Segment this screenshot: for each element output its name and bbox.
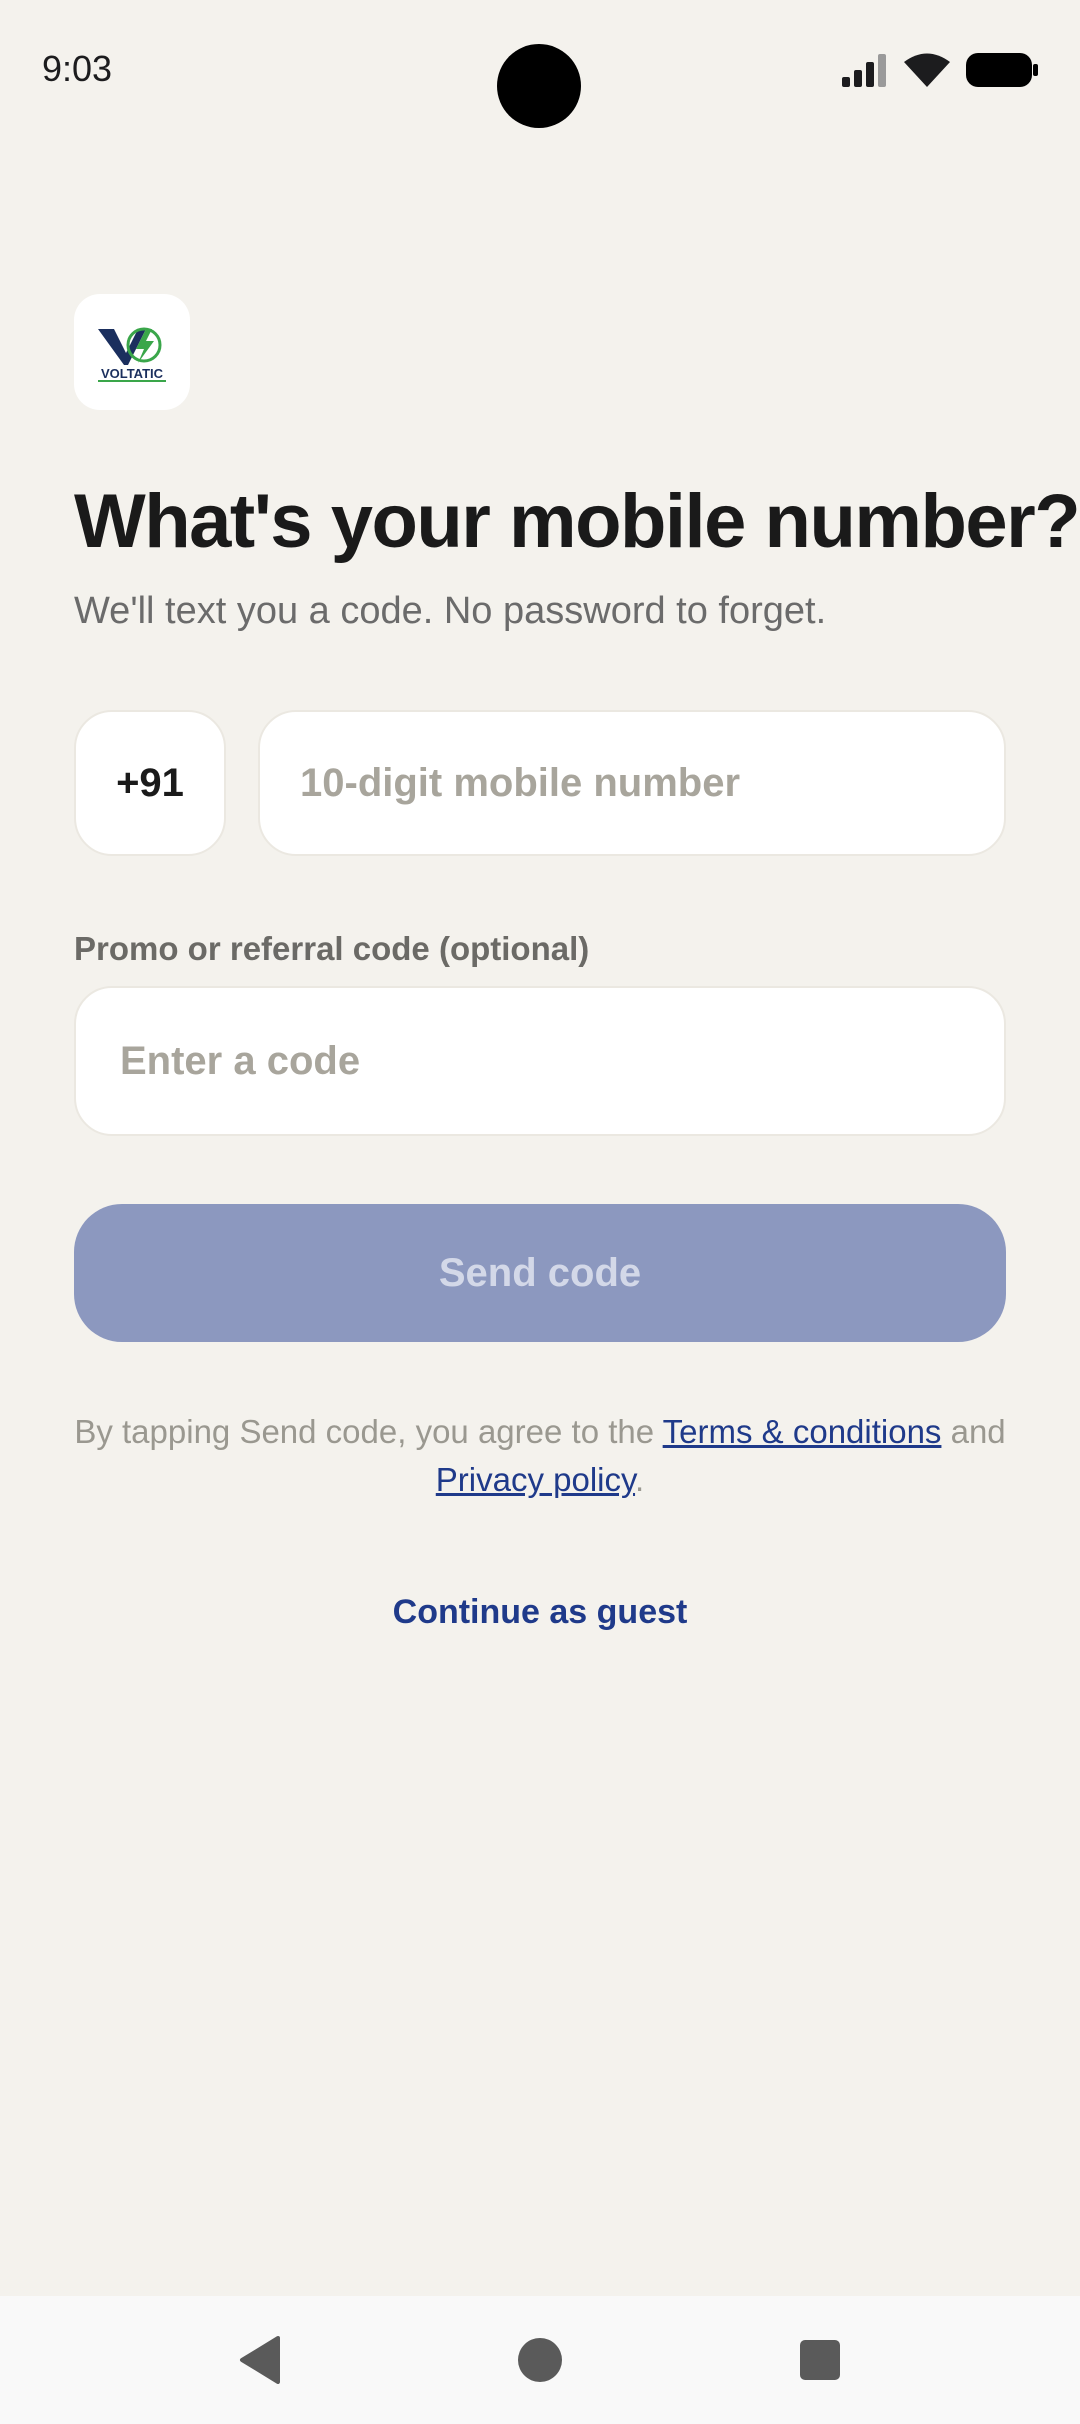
terms-notice: By tapping Send code, you agree to the T… bbox=[74, 1408, 1006, 1504]
system-nav-bar bbox=[0, 2296, 1080, 2424]
promo-code-input[interactable] bbox=[74, 986, 1006, 1136]
back-icon[interactable] bbox=[220, 2320, 300, 2400]
status-time: 9:03 bbox=[42, 48, 113, 89]
status-bar: 9:03 bbox=[0, 0, 1080, 140]
voltatic-logo-icon: VOLTATIC bbox=[84, 317, 180, 388]
app-logo: VOLTATIC bbox=[74, 294, 190, 410]
battery-icon bbox=[966, 52, 1038, 92]
recents-icon[interactable] bbox=[780, 2320, 860, 2400]
terms-middle: and bbox=[941, 1413, 1006, 1450]
terms-link[interactable]: Terms & conditions bbox=[663, 1413, 942, 1450]
promo-code-label: Promo or referral code (optional) bbox=[74, 930, 590, 967]
camera-cutout bbox=[497, 44, 581, 128]
system-icons bbox=[840, 50, 1038, 94]
privacy-policy-link[interactable]: Privacy policy bbox=[436, 1461, 635, 1498]
wifi-icon bbox=[904, 53, 950, 92]
phone-number-input[interactable] bbox=[258, 710, 1006, 856]
terms-suffix: . bbox=[635, 1461, 645, 1498]
home-icon[interactable] bbox=[500, 2320, 580, 2400]
send-code-button[interactable]: Send code bbox=[74, 1204, 1006, 1342]
page-title: What's your mobile number? bbox=[74, 479, 1080, 564]
continue-as-guest-link[interactable]: Continue as guest bbox=[340, 1580, 740, 1644]
terms-prefix: By tapping Send code, you agree to the bbox=[74, 1413, 663, 1450]
page-subtitle: We'll text you a code. No password to fo… bbox=[74, 590, 827, 632]
logo-wordmark: VOLTATIC bbox=[101, 366, 164, 381]
country-code-selector[interactable]: +91 bbox=[74, 710, 226, 856]
signal-icon bbox=[840, 53, 888, 92]
